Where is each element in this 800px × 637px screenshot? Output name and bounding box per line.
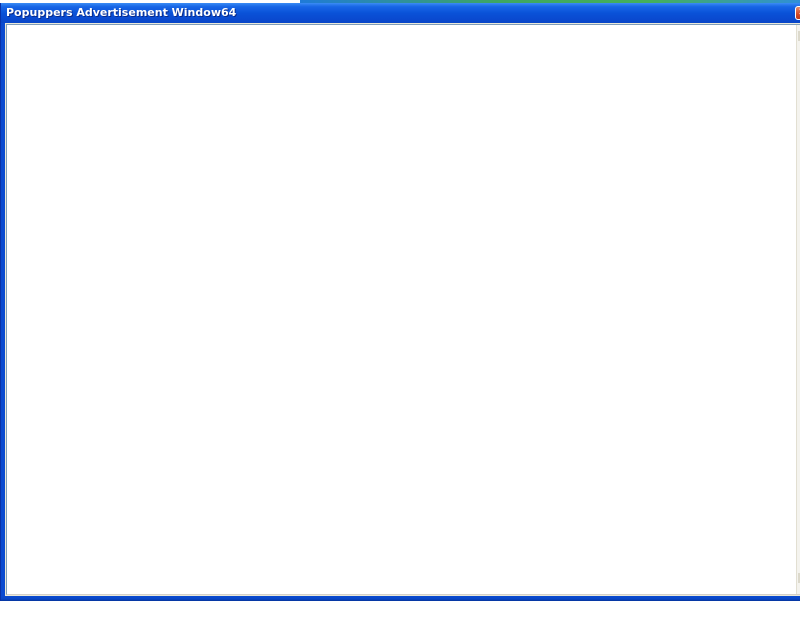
popup-window: Popuppers Advertisement Window64 ✕ [0,3,800,601]
window-title: Popuppers Advertisement Window64 [6,6,237,19]
advertisement-content-area[interactable] [6,24,800,595]
window-client-area [5,23,800,596]
close-button[interactable]: ✕ [795,6,800,20]
vertical-scrollbar[interactable] [796,25,800,594]
title-bar[interactable]: Popuppers Advertisement Window64 ✕ [1,3,800,23]
window-bottom-border [1,596,800,601]
